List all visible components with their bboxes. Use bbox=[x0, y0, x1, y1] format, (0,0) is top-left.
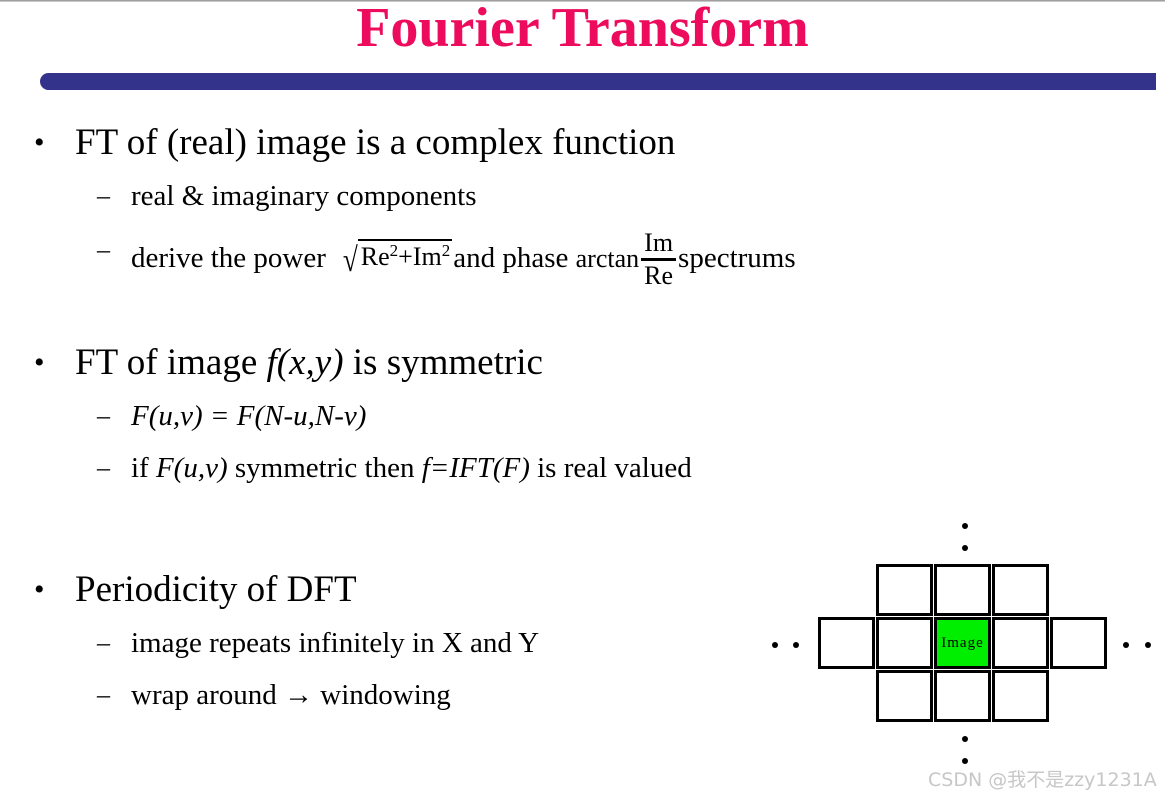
condition-prefix: if bbox=[131, 452, 156, 484]
equation-operator: = bbox=[202, 400, 237, 432]
tile-row2-col4 bbox=[992, 617, 1049, 669]
bullet-text-prefix: FT of image bbox=[75, 342, 267, 383]
fraction-denominator: Re bbox=[641, 258, 677, 290]
subbullet-marker: – bbox=[97, 680, 110, 709]
bullet-text: FT of (real) image is a complex function bbox=[75, 122, 676, 163]
sqrt-exponent-re: 2 bbox=[389, 241, 399, 261]
tile-center-image-label: Image bbox=[941, 634, 984, 651]
subbullet-marker: – bbox=[97, 401, 110, 430]
ellipsis-dot-bottom-inner bbox=[962, 736, 968, 742]
subbullet-item-fuv-equality: – F(u,v) = F(N-u,N-v) bbox=[0, 396, 1165, 436]
ellipsis-dot-bottom-outer bbox=[962, 758, 968, 764]
ellipsis-dot-right-outer bbox=[1145, 642, 1151, 648]
tile-row2-col5 bbox=[1050, 617, 1107, 669]
equation-left-side: F(u,v) bbox=[131, 400, 203, 432]
condition-math-fuv: F(u,v) bbox=[155, 452, 228, 484]
subbullet-text: wrap around → windowing bbox=[131, 679, 451, 711]
bullet-text-suffix: is symmetric bbox=[343, 342, 543, 383]
formula-power-phase: derive the power √ Re2+Im2 and phase arct… bbox=[131, 228, 796, 291]
subbullet-item-power-phase: – derive the power √ Re2+Im2 and phase ar… bbox=[0, 228, 1165, 291]
page-title: Fourier Transform bbox=[356, 0, 809, 59]
sqrt-plus-op: + bbox=[398, 242, 413, 272]
sqrt-base-im: Im bbox=[412, 242, 442, 272]
formula-prefix-text: derive the power bbox=[131, 242, 326, 275]
title-accent-bar bbox=[40, 73, 1156, 90]
tile-row3-col2 bbox=[876, 670, 933, 722]
condition-suffix: is real valued bbox=[529, 452, 692, 484]
periodicity-diagram: Image bbox=[760, 500, 1165, 800]
subbullet-marker: – bbox=[97, 235, 110, 264]
tile-center-image: Image bbox=[934, 617, 991, 669]
tile-row1-col4 bbox=[992, 564, 1049, 616]
csdn-watermark: CSDN @我不是zzy1231A bbox=[928, 769, 1157, 791]
tile-row3-col3 bbox=[934, 670, 991, 722]
formula-suffix-text: spectrums bbox=[678, 242, 796, 275]
slide-canvas: Fourier Transform • FT of (real) image i… bbox=[0, 0, 1165, 801]
tile-row2-col2 bbox=[876, 617, 933, 669]
fraction-im-over-re: Im Re bbox=[641, 228, 677, 290]
sqrt-base-re: Re bbox=[360, 242, 390, 272]
ellipsis-dot-top-outer bbox=[962, 523, 968, 529]
ellipsis-dot-right-inner bbox=[1123, 642, 1129, 648]
subbullet-marker: – bbox=[97, 453, 110, 482]
tile-row3-col4 bbox=[992, 670, 1049, 722]
condition-middle: symmetric then bbox=[227, 452, 422, 484]
subbullet-item-real-imaginary: – real & imaginary components bbox=[0, 176, 1165, 216]
ellipsis-dot-left-outer bbox=[772, 642, 778, 648]
subbullet-item-real-valued: – if F(u,v) symmetric then f=IFT(F) is r… bbox=[0, 448, 1165, 488]
bullet-group-1: • FT of (real) image is a complex functi… bbox=[0, 120, 1165, 291]
subbullet-marker: – bbox=[97, 628, 110, 657]
sqrt-expression: √ Re2+Im2 bbox=[341, 238, 453, 280]
bullet-marker: • bbox=[34, 573, 45, 606]
formula-middle-text: and phase bbox=[453, 242, 569, 275]
bullet-text: Periodicity of DFT bbox=[75, 569, 357, 610]
tile-row1-col2 bbox=[876, 564, 933, 616]
bullet-group-2: • FT of image f(x,y) is symmetric – F(u,… bbox=[0, 340, 1165, 488]
bullet-item-symmetric: • FT of image f(x,y) is symmetric bbox=[0, 340, 1165, 386]
equation-right-side: F(N-u,N-v) bbox=[236, 400, 367, 432]
condition-math-ift: f=IFT(F) bbox=[421, 452, 530, 484]
subbullet-text: image repeats infinitely in X and Y bbox=[131, 627, 540, 659]
arctan-operator: arctan bbox=[575, 244, 640, 274]
bullet-text-math-fxy: f(x,y) bbox=[266, 342, 344, 383]
subbullet-text: real & imaginary components bbox=[131, 180, 477, 212]
fraction-numerator: Im bbox=[644, 228, 674, 257]
sqrt-exponent-im: 2 bbox=[441, 241, 451, 261]
bullet-marker: • bbox=[34, 346, 45, 379]
tile-row1-col3 bbox=[934, 564, 991, 616]
ellipsis-dot-left-inner bbox=[793, 642, 799, 648]
radical-icon: √ bbox=[342, 242, 358, 280]
tile-row2-col1 bbox=[818, 617, 875, 669]
ellipsis-dot-top-inner bbox=[962, 545, 968, 551]
subbullet-marker: – bbox=[97, 181, 110, 210]
bullet-marker: • bbox=[34, 126, 45, 159]
sqrt-radicand: Re2+Im2 bbox=[357, 239, 453, 272]
bullet-item-complex-function: • FT of (real) image is a complex functi… bbox=[0, 120, 1165, 166]
